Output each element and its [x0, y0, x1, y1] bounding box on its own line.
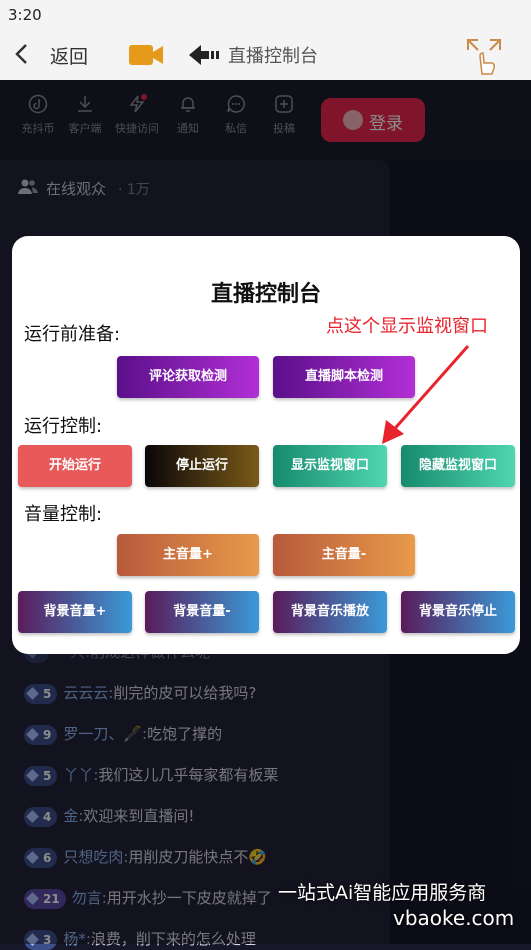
status-bar: 3:20	[0, 0, 531, 30]
title-bar: 返回 直播控制台	[0, 30, 531, 80]
expand-gesture-icon[interactable]	[464, 36, 504, 76]
annotation-arrow-icon	[382, 345, 470, 444]
bg-music-play-button[interactable]: 背景音乐播放	[273, 591, 387, 633]
master-volume-up-button[interactable]: 主音量+	[117, 534, 259, 576]
bg-music-stop-button[interactable]: 背景音乐停止	[401, 591, 515, 633]
video-camera-icon	[128, 42, 164, 68]
page-title: 直播控制台	[228, 46, 318, 67]
arrow-left-icon	[187, 42, 221, 68]
section-label-control: 运行控制:	[24, 416, 103, 437]
annotation-text: 点这个显示监视窗口	[326, 316, 488, 337]
section-label-volume: 音量控制:	[24, 504, 103, 525]
bg-volume-up-button[interactable]: 背景音量+	[18, 591, 132, 633]
watermark-line2: vbaoke.com	[393, 906, 515, 930]
master-volume-down-button[interactable]: 主音量-	[273, 534, 415, 576]
status-time: 3:20	[8, 6, 42, 24]
hide-monitor-button[interactable]: 隐藏监视窗口	[401, 445, 515, 487]
bg-volume-down-button[interactable]: 背景音量-	[145, 591, 259, 633]
section-label-prep: 运行前准备:	[24, 324, 121, 345]
start-button[interactable]: 开始运行	[18, 445, 132, 487]
watermark-line1: 一站式Ai智能应用服务商	[278, 882, 487, 904]
show-monitor-button[interactable]: 显示监视窗口	[273, 445, 387, 487]
back-button[interactable]: 返回	[50, 42, 88, 69]
stop-button[interactable]: 停止运行	[145, 445, 259, 487]
comment-check-button[interactable]: 评论获取检测	[117, 356, 259, 398]
dialog-title: 直播控制台	[210, 282, 321, 307]
back-arrow-icon[interactable]	[14, 42, 30, 72]
